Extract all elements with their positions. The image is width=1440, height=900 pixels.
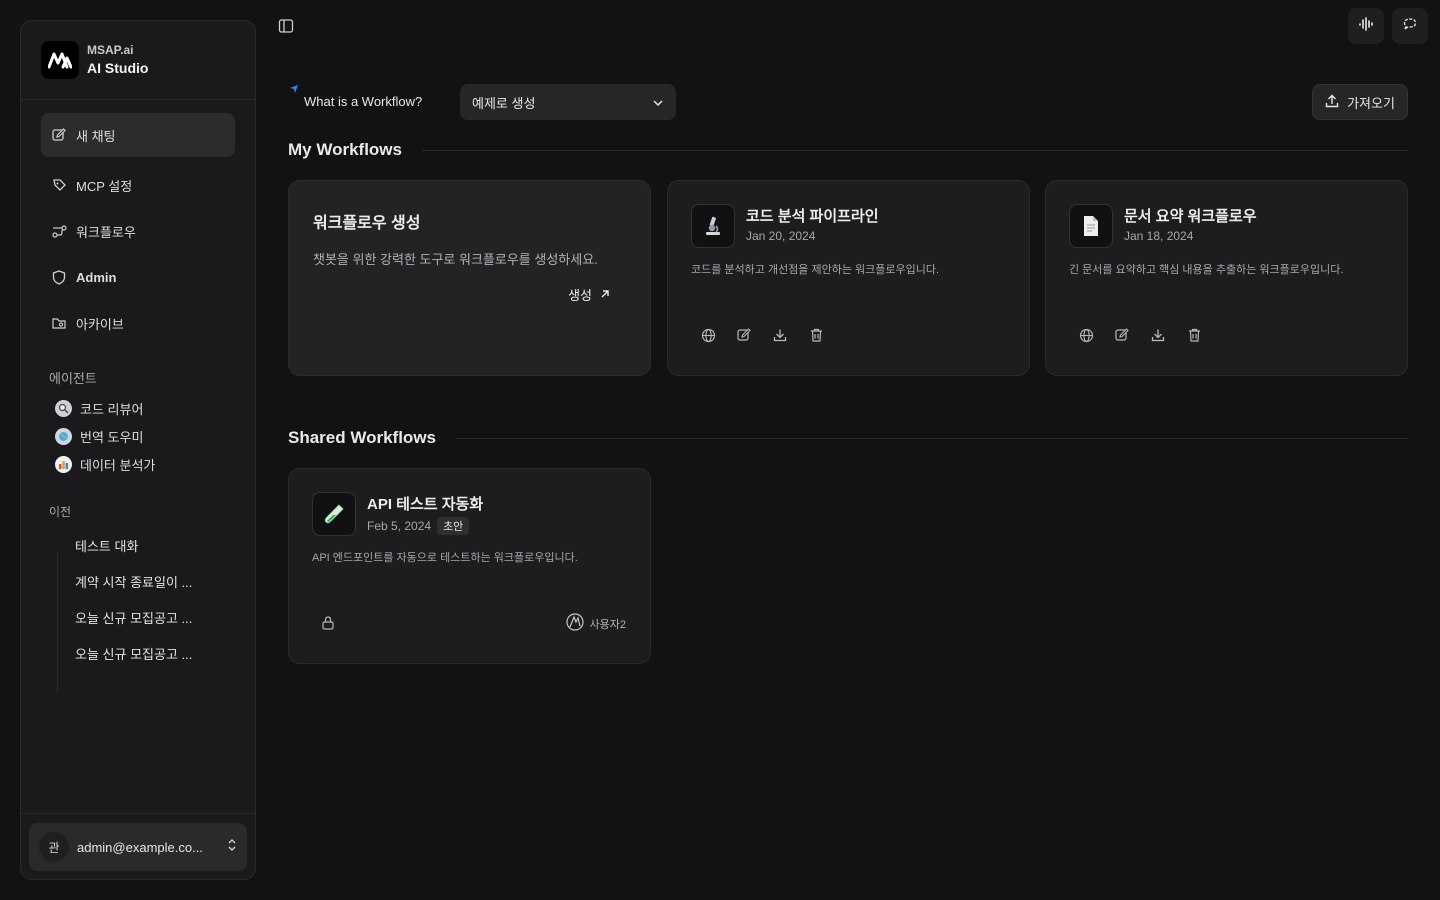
create-workflow-title: 워크플로우 생성 xyxy=(313,215,421,232)
section-divider xyxy=(422,150,1408,151)
workflow-actions xyxy=(1078,327,1202,343)
edit-icon[interactable] xyxy=(736,327,752,343)
sidebar: MSAP.ai AI Studio 새 채팅 MCP 설정 워크플로우 Admi… xyxy=(20,20,256,880)
sidebar-item-workflow[interactable]: 워크플로우 xyxy=(41,209,235,253)
user-menu[interactable]: 관 admin@example.co... xyxy=(29,823,247,871)
sidebar-item-label: 워크플로우 xyxy=(76,224,136,240)
workflow-title: 문서 요약 워크플로우 xyxy=(1124,208,1257,225)
agent-item[interactable]: 데이터 분석가 xyxy=(55,455,155,474)
download-icon[interactable] xyxy=(772,327,788,343)
workflow-icon xyxy=(51,223,67,239)
workflow-date: Jan 18, 2024 xyxy=(1124,229,1193,243)
agent-label: 데이터 분석가 xyxy=(80,458,156,473)
upload-icon xyxy=(1325,94,1339,111)
sidebar-toggle-icon xyxy=(278,19,294,38)
arrow-up-right-icon xyxy=(600,287,610,302)
what-is-workflow-link[interactable]: What is a Workflow? xyxy=(304,94,422,109)
workflow-title: 코드 분석 파이프라인 xyxy=(746,208,879,225)
agents-label: 에이전트 xyxy=(49,371,97,386)
import-label: 가져오기 xyxy=(1347,95,1395,111)
edit-icon xyxy=(51,127,67,143)
my-workflows-title: My Workflows xyxy=(288,140,402,159)
document-icon xyxy=(1069,204,1113,248)
history-item[interactable]: 계약 시작 종료일이 ... xyxy=(75,572,192,591)
trash-icon[interactable] xyxy=(808,327,824,343)
avatar: 관 xyxy=(39,832,69,862)
pin-icon xyxy=(290,80,298,93)
brand[interactable]: MSAP.ai AI Studio xyxy=(41,41,148,79)
test-tube-icon xyxy=(312,492,356,536)
chevron-down-icon xyxy=(652,95,664,110)
agent-item[interactable]: 번역 도우미 xyxy=(55,427,143,446)
owner-name: 사용자2 xyxy=(589,618,626,631)
tag-icon xyxy=(51,177,67,193)
workflow-card[interactable]: 코드 분석 파이프라인 Jan 20, 2024 코드를 분석하고 개선점을 제… xyxy=(667,180,1030,376)
voice-button[interactable] xyxy=(1348,8,1384,44)
sidebar-item-mcp[interactable]: MCP 설정 xyxy=(41,163,235,207)
msap-logo-icon xyxy=(41,41,79,79)
chat-button[interactable] xyxy=(1392,8,1428,44)
workflow-date-text: Feb 5, 2024 xyxy=(367,519,432,533)
workflow-desc: 코드를 분석하고 개선점을 제안하는 워크플로우입니다. xyxy=(691,264,940,276)
workflow-date-text: Jan 18, 2024 xyxy=(1124,229,1194,243)
brand-product: AI Studio xyxy=(87,60,149,76)
workflow-card[interactable]: 문서 요약 워크플로우 Jan 18, 2024 긴 문서를 요약하고 핵심 내… xyxy=(1045,180,1408,376)
globe-icon[interactable] xyxy=(1078,327,1094,343)
workflow-date: Jan 20, 2024 xyxy=(746,229,815,243)
sidebar-divider xyxy=(21,99,255,100)
brand-name: MSAP.ai xyxy=(87,43,134,57)
sidebar-item-new-chat[interactable]: 새 채팅 xyxy=(41,113,235,157)
archive-icon xyxy=(51,315,67,331)
workflow-date-text: Jan 20, 2024 xyxy=(746,229,816,243)
edit-icon[interactable] xyxy=(1114,327,1130,343)
owner-avatar-icon xyxy=(565,613,584,634)
shared-workflow-card[interactable]: API 테스트 자동화 Feb 5, 2024 초안 API 엔드포인트를 자동… xyxy=(288,468,651,664)
lock-icon xyxy=(321,615,335,635)
sidebar-item-label: MCP 설정 xyxy=(76,178,133,194)
create-workflow-desc: 챗봇을 위한 강력한 도구로 워크플로우를 생성하세요. xyxy=(313,252,598,267)
sidebar-divider xyxy=(21,813,255,814)
workflow-date: Feb 5, 2024 초안 xyxy=(367,517,470,535)
workflow-desc: API 엔드포인트를 자동으로 테스트하는 워크플로우입니다. xyxy=(312,552,578,564)
workflow-desc: 긴 문서를 요약하고 핵심 내용을 추출하는 워크플로우입니다. xyxy=(1069,264,1344,276)
agent-item[interactable]: 코드 리뷰어 xyxy=(55,399,143,418)
section-divider xyxy=(456,438,1408,439)
history-label: 이전 xyxy=(49,505,72,519)
agent-label: 코드 리뷰어 xyxy=(80,402,144,417)
user-email: admin@example.co... xyxy=(77,839,203,855)
import-button[interactable]: 가져오기 xyxy=(1312,84,1408,120)
chevron-up-down-icon xyxy=(227,838,237,857)
history-item[interactable]: 오늘 신규 모집공고 ... xyxy=(75,644,192,663)
chat-bubble-icon xyxy=(1402,16,1418,37)
example-select[interactable]: 예제로 생성 xyxy=(460,84,676,120)
agent-label: 번역 도우미 xyxy=(80,430,144,445)
shared-workflows-title: Shared Workflows xyxy=(288,428,436,447)
sidebar-item-archive[interactable]: 아카이브 xyxy=(41,301,235,345)
sidebar-item-label: 새 채팅 xyxy=(76,128,116,144)
create-workflow-card[interactable]: 워크플로우 생성 챗봇을 위한 강력한 도구로 워크플로우를 생성하세요. 생성 xyxy=(288,180,651,376)
sidebar-toggle-button[interactable] xyxy=(278,18,294,39)
download-icon[interactable] xyxy=(1150,327,1166,343)
globe-icon xyxy=(55,428,72,445)
sidebar-item-admin[interactable]: Admin xyxy=(41,255,235,299)
waveform-icon xyxy=(1358,16,1374,37)
microscope-icon xyxy=(691,204,735,248)
globe-icon[interactable] xyxy=(700,327,716,343)
example-select-value: 예제로 생성 xyxy=(472,95,536,111)
workflow-owner: 사용자2 xyxy=(565,613,626,634)
sidebar-item-label: Admin xyxy=(76,269,117,285)
create-link-label: 생성 xyxy=(568,288,592,303)
shield-icon xyxy=(51,269,67,285)
create-workflow-link[interactable]: 생성 xyxy=(568,285,610,304)
magnifier-icon xyxy=(55,400,72,417)
status-badge: 초안 xyxy=(437,517,470,535)
trash-icon[interactable] xyxy=(1186,327,1202,343)
bar-chart-icon xyxy=(55,456,72,473)
history-item[interactable]: 오늘 신규 모집공고 ... xyxy=(75,608,192,627)
workflow-actions xyxy=(700,327,824,343)
history-line xyxy=(57,551,58,693)
sidebar-item-label: 아카이브 xyxy=(76,316,124,332)
workflow-title: API 테스트 자동화 xyxy=(367,496,484,513)
history-item[interactable]: 테스트 대화 xyxy=(75,536,138,555)
